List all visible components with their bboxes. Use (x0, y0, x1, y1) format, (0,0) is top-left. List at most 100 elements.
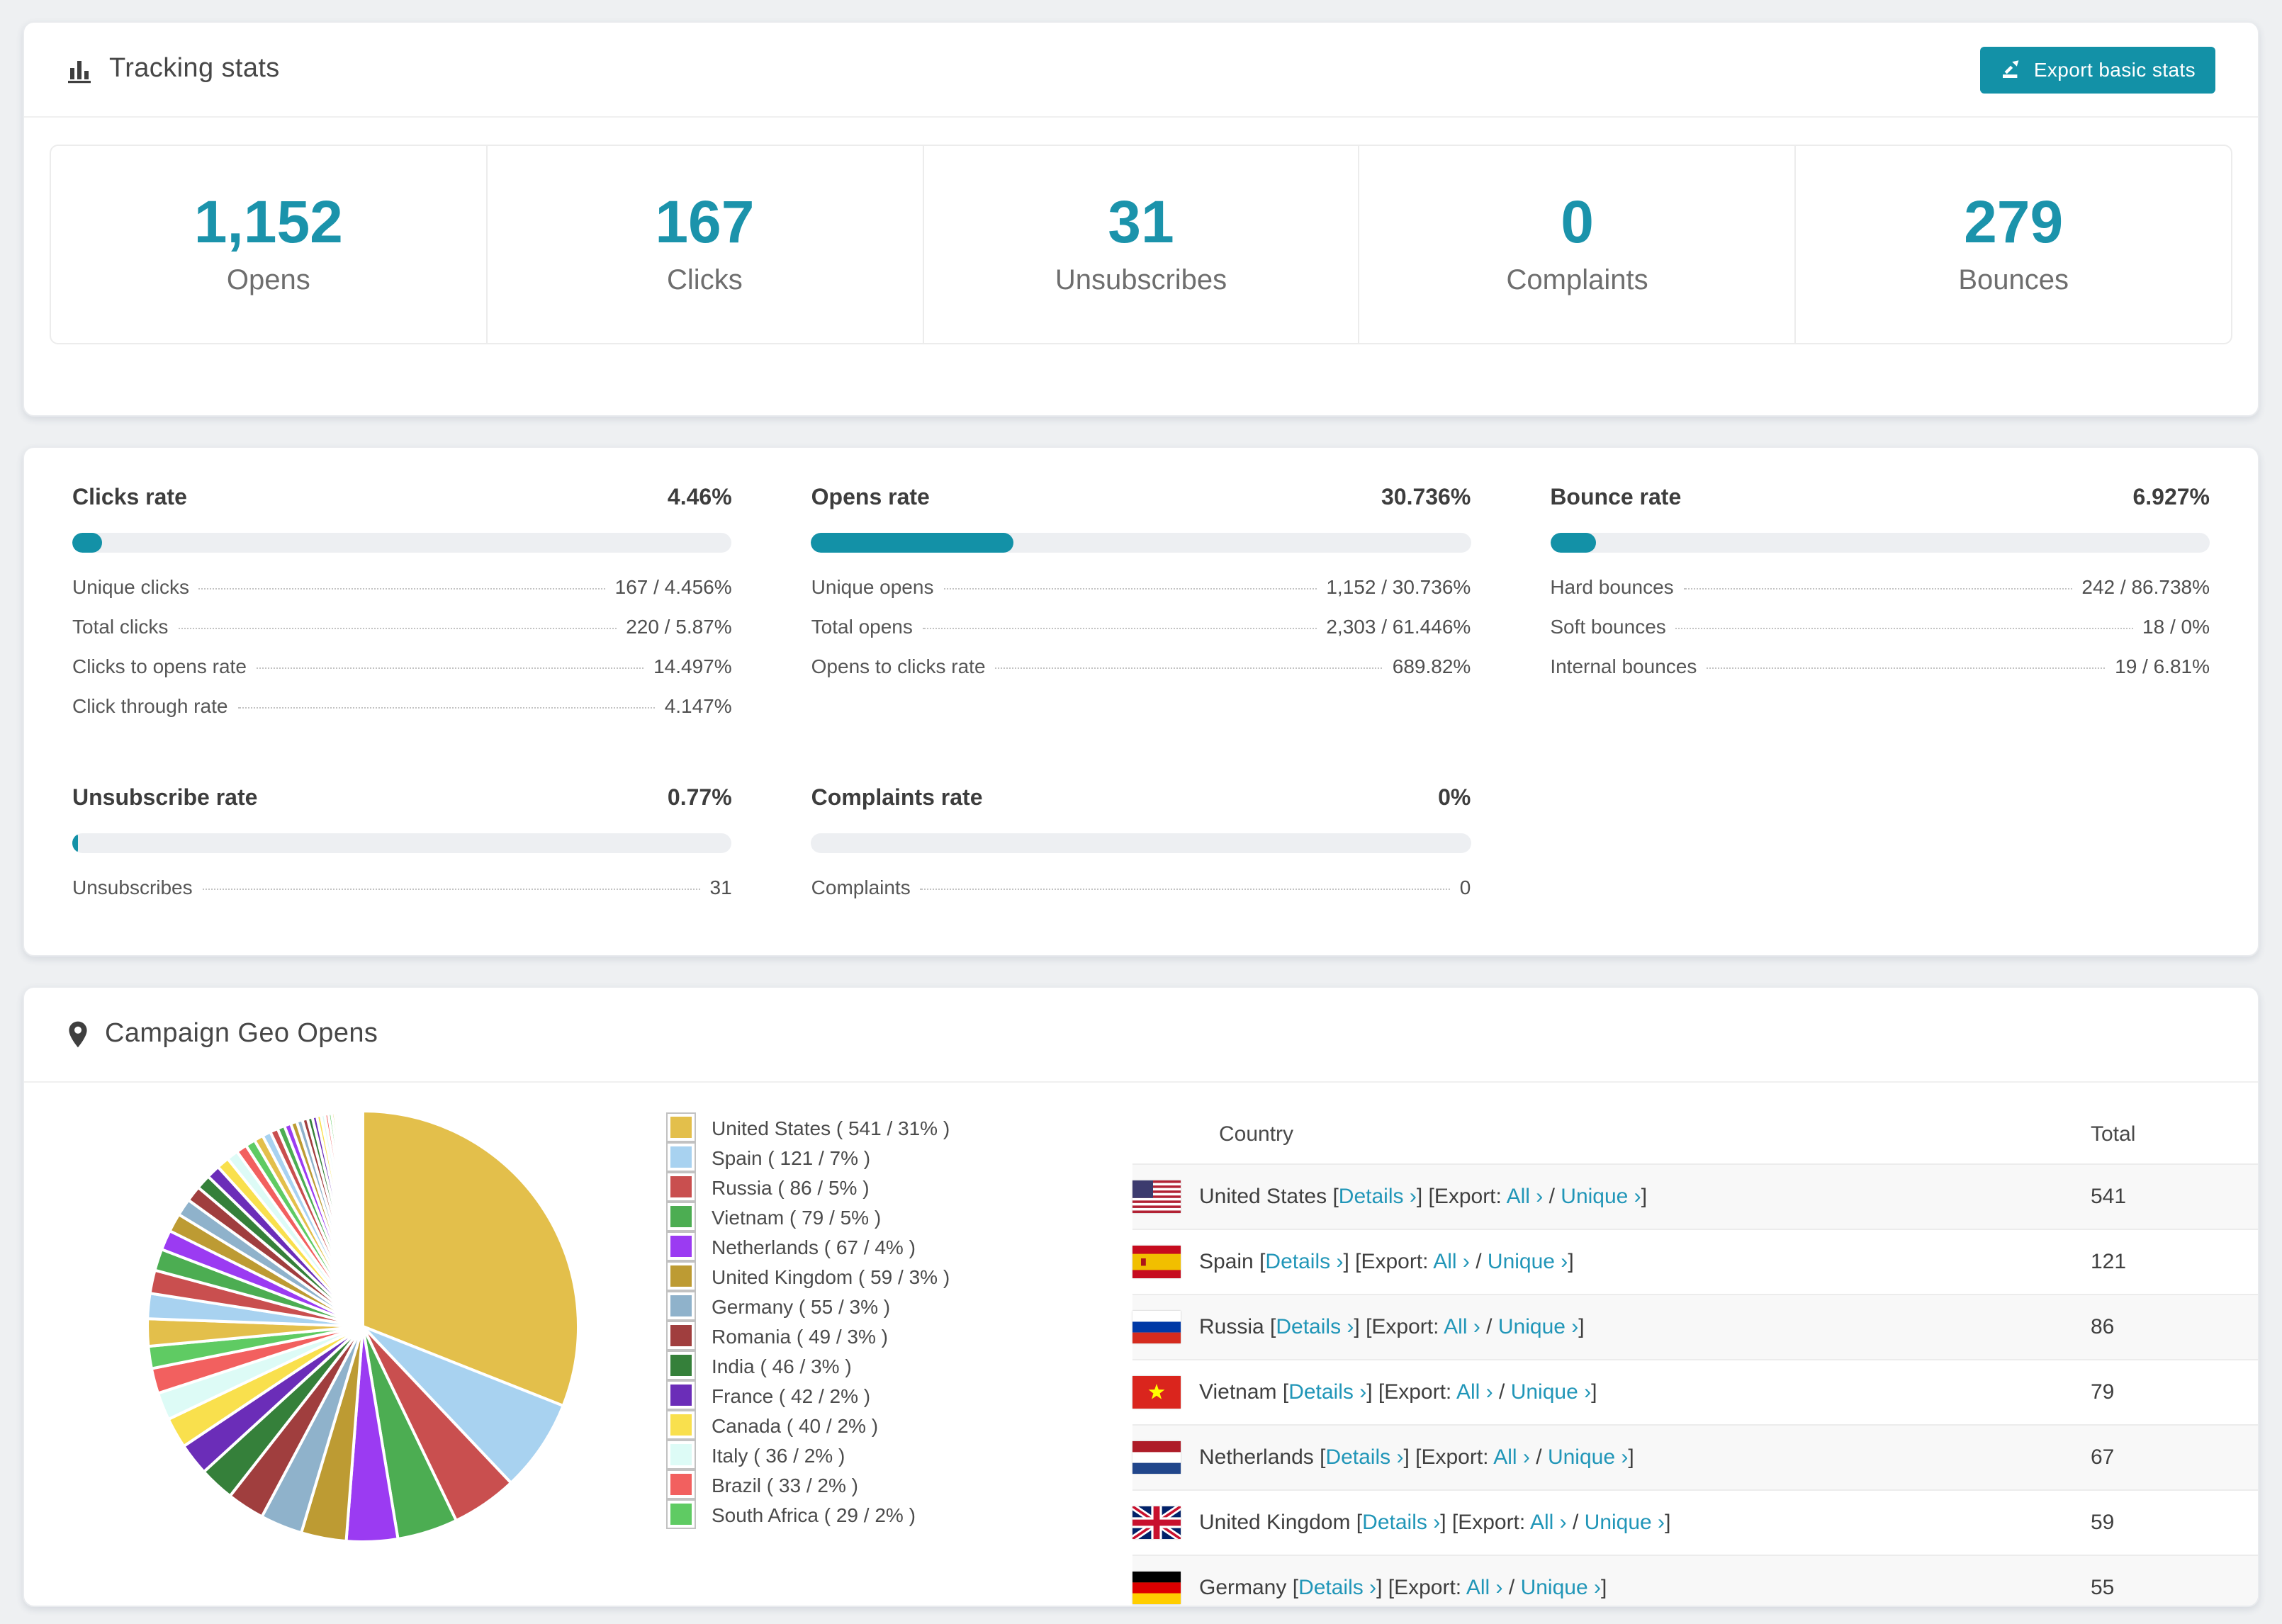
export-all-link[interactable]: All › (1493, 1445, 1530, 1470)
legend-item-united-states[interactable]: United States ( 541 / 31% ) (666, 1112, 1001, 1142)
tracking-stats-card: Tracking stats Export basic stats 1,152 … (23, 21, 2259, 417)
rates-grid: Clicks rate 4.46% Unique clicks 167 / 4.… (24, 448, 2258, 955)
country-total: 121 (2091, 1250, 2127, 1274)
geo-content: United States ( 541 / 31% ) Spain ( 121 … (24, 1083, 2258, 1606)
rate-stat-label: Total clicks (72, 615, 169, 638)
rate-percent: 30.736% (1381, 486, 1471, 510)
rate-progress-fill (72, 533, 102, 553)
legend-swatch (666, 1231, 696, 1261)
tracking-stats-header: Tracking stats Export basic stats (24, 23, 2258, 118)
flag-icon-ru (1132, 1311, 1181, 1343)
rate-head: Unsubscribe rate 0.77% (72, 785, 732, 813)
dotted-leader (922, 628, 1317, 629)
legend-item-vietnam[interactable]: Vietnam ( 79 / 5% ) (666, 1202, 1001, 1231)
rate-progress-fill (811, 533, 1014, 553)
rate-stat-row: Opens to clicks rate 689.82% (811, 655, 1471, 694)
legend-swatch (666, 1410, 696, 1440)
rate-head: Opens rate 30.736% (811, 485, 1471, 513)
geo-table: Country Total United States [Details ›] … (1132, 1108, 2258, 1606)
rate-block-clicks-rate: Clicks rate 4.46% Unique clicks 167 / 4.… (72, 485, 732, 734)
stat-label: Unsubscribes (1055, 264, 1227, 295)
country-cell: Vietnam [Details ›] [Export: All › / Uni… (1132, 1376, 2091, 1409)
rate-stat-label: Total opens (811, 615, 913, 638)
legend-item-france[interactable]: France ( 42 / 2% ) (666, 1380, 1001, 1410)
rate-block-complaints-rate: Complaints rate 0% Complaints 0 (811, 785, 1471, 915)
flag-icon-gb (1132, 1506, 1181, 1539)
details-link[interactable]: Details › (1265, 1250, 1343, 1274)
country-total: 86 (2091, 1315, 2115, 1339)
rate-head: Clicks rate 4.46% (72, 485, 732, 513)
rate-stat-value: 2,303 / 61.446% (1326, 615, 1471, 638)
export-button-label: Export basic stats (2033, 58, 2196, 81)
export-unique-link[interactable]: Unique › (1585, 1511, 1665, 1535)
export-unique-link[interactable]: Unique › (1488, 1250, 1568, 1274)
details-link[interactable]: Details › (1362, 1511, 1440, 1535)
rate-progress-bar (811, 833, 1471, 853)
details-link[interactable]: Details › (1339, 1185, 1417, 1209)
export-unique-link[interactable]: Unique › (1561, 1185, 1641, 1209)
details-link[interactable]: Details › (1325, 1445, 1403, 1470)
legend-item-romania[interactable]: Romania ( 49 / 3% ) (666, 1321, 1001, 1350)
export-all-link[interactable]: All › (1507, 1185, 1544, 1209)
dotted-leader (178, 628, 617, 629)
legend-item-canada[interactable]: Canada ( 40 / 2% ) (666, 1410, 1001, 1440)
geo-table-row-spain: Spain [Details ›] [Export: All › / Uniqu… (1132, 1229, 2258, 1295)
export-all-link[interactable]: All › (1530, 1511, 1567, 1535)
stat-label: Bounces (1958, 264, 2069, 295)
rate-stat-row: Total clicks 220 / 5.87% (72, 615, 732, 655)
export-unique-link[interactable]: Unique › (1498, 1315, 1578, 1339)
export-basic-stats-button[interactable]: Export basic stats (1979, 46, 2215, 93)
dotted-leader (1707, 667, 2106, 669)
rate-stat-label: Click through rate (72, 694, 228, 717)
details-link[interactable]: Details › (1276, 1315, 1354, 1339)
legend-label: Germany ( 55 / 3% ) (712, 1295, 891, 1317)
legend-item-netherlands[interactable]: Netherlands ( 67 / 4% ) (666, 1231, 1001, 1261)
legend-item-germany[interactable]: Germany ( 55 / 3% ) (666, 1291, 1001, 1321)
dotted-leader (1683, 588, 2072, 590)
rate-stat-row: Unique opens 1,152 / 30.736% (811, 575, 1471, 615)
export-all-link[interactable]: All › (1444, 1315, 1480, 1339)
legend-item-south-africa[interactable]: South Africa ( 29 / 2% ) (666, 1499, 1001, 1529)
rate-stat-row: Total opens 2,303 / 61.446% (811, 615, 1471, 655)
column-header-total: Total (2091, 1122, 2136, 1146)
country-label: United States [Details ›] [Export: All ›… (1199, 1185, 1648, 1209)
geo-table-row-netherlands: Netherlands [Details ›] [Export: All › /… (1132, 1425, 2258, 1490)
details-link[interactable]: Details › (1298, 1576, 1376, 1600)
geo-pie-chart[interactable] (143, 1107, 583, 1546)
legend-item-russia[interactable]: Russia ( 86 / 5% ) (666, 1172, 1001, 1202)
legend-swatch (666, 1202, 696, 1231)
legend-item-spain[interactable]: Spain ( 121 / 7% ) (666, 1142, 1001, 1172)
legend-item-brazil[interactable]: Brazil ( 33 / 2% ) (666, 1470, 1001, 1499)
rate-title: Bounce rate (1550, 486, 1682, 510)
legend-label: Spain ( 121 / 7% ) (712, 1146, 871, 1168)
legend-item-united-kingdom[interactable]: United Kingdom ( 59 / 3% ) (666, 1261, 1001, 1291)
legend-item-india[interactable]: India ( 46 / 3% ) (666, 1350, 1001, 1380)
legend-item-italy[interactable]: Italy ( 36 / 2% ) (666, 1440, 1001, 1470)
legend-label: South Africa ( 29 / 2% ) (712, 1503, 916, 1526)
legend-swatch (666, 1142, 696, 1172)
geo-table-row-germany: Germany [Details ›] [Export: All › / Uni… (1132, 1555, 2258, 1606)
dotted-leader (995, 667, 1383, 669)
rate-block-unsubscribe-rate: Unsubscribe rate 0.77% Unsubscribes 31 (72, 785, 732, 915)
summary-stat-bounces: 279 Bounces (1794, 146, 2231, 343)
details-link[interactable]: Details › (1288, 1380, 1366, 1404)
export-icon (2000, 56, 2023, 83)
rate-stat-row: Clicks to opens rate 14.497% (72, 655, 732, 694)
country-label: United Kingdom [Details ›] [Export: All … (1199, 1511, 1671, 1535)
geo-table-row-united-kingdom: United Kingdom [Details ›] [Export: All … (1132, 1490, 2258, 1555)
country-label: Netherlands [Details ›] [Export: All › /… (1199, 1445, 1634, 1470)
rate-stat-label: Opens to clicks rate (811, 655, 986, 677)
export-unique-link[interactable]: Unique › (1511, 1380, 1591, 1404)
country-label: Vietnam [Details ›] [Export: All › / Uni… (1199, 1380, 1597, 1404)
country-cell: United States [Details ›] [Export: All ›… (1132, 1180, 2091, 1213)
rate-progress-fill (1550, 533, 1596, 553)
rate-block-bounce-rate: Bounce rate 6.927% Hard bounces 242 / 86… (1550, 485, 2210, 734)
legend-label: Romania ( 49 / 3% ) (712, 1324, 888, 1347)
export-unique-link[interactable]: Unique › (1521, 1576, 1601, 1600)
pie-slice[interactable] (360, 1109, 364, 1328)
export-all-link[interactable]: All › (1433, 1250, 1470, 1274)
export-all-link[interactable]: All › (1456, 1380, 1493, 1404)
export-all-link[interactable]: All › (1466, 1576, 1503, 1600)
export-unique-link[interactable]: Unique › (1548, 1445, 1628, 1470)
country-cell: Russia [Details ›] [Export: All › / Uniq… (1132, 1311, 2091, 1343)
